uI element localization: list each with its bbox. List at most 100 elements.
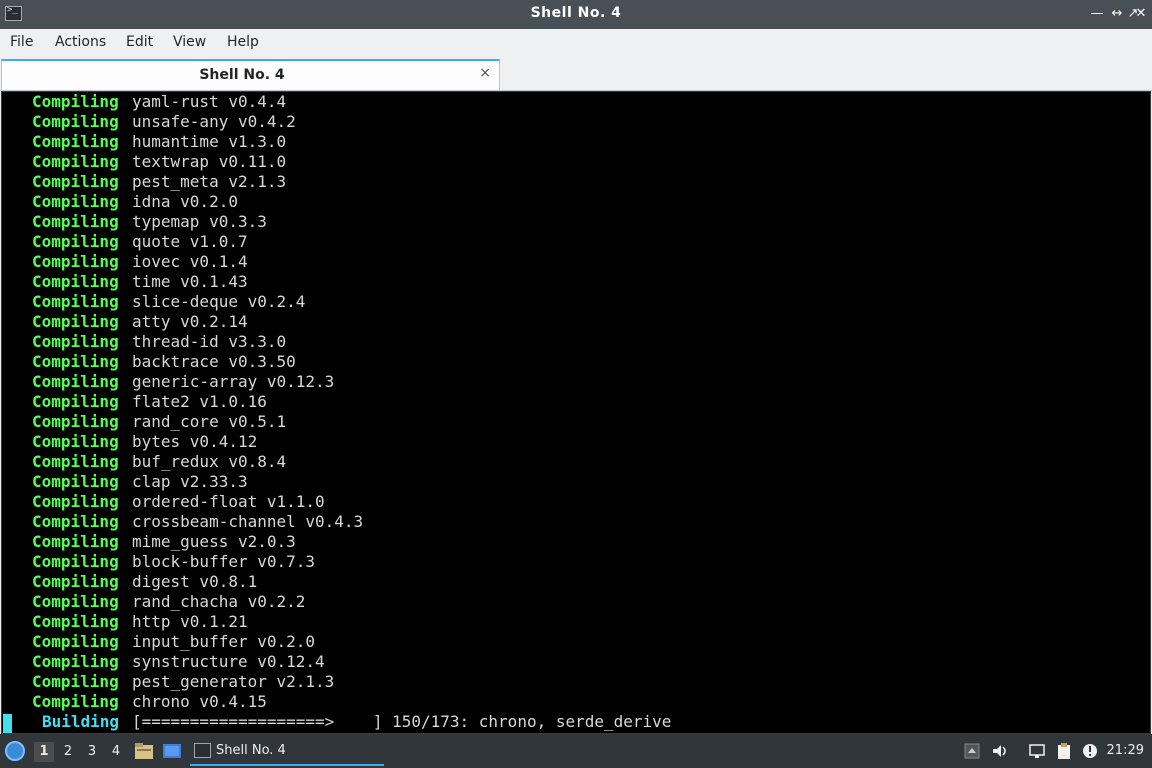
package-name: chrono v0.4.15 [132,692,267,711]
compile-keyword: Compiling [32,412,119,431]
terminal-line: Compiling generic-array v0.12.3 [2,372,1150,392]
start-menu-icon[interactable] [5,741,25,761]
compile-keyword: Compiling [32,452,119,471]
compile-keyword: Compiling [32,612,119,631]
terminal-line: Compiling http v0.1.21 [2,612,1150,632]
package-name: humantime v1.3.0 [132,132,287,151]
terminal-line: Compiling backtrace v0.3.50 [2,352,1150,372]
compile-keyword: Compiling [32,332,119,351]
compile-keyword: Compiling [32,632,119,651]
terminal-line: Compiling chrono v0.4.15 [2,692,1150,712]
compile-keyword: Compiling [32,372,119,391]
compile-keyword: Compiling [32,252,119,271]
package-name: rand_chacha v0.2.2 [132,592,306,611]
terminal-line: Compiling humantime v1.3.0 [2,132,1150,152]
terminal-line: Compiling clap v2.33.3 [2,472,1150,492]
menu-help[interactable]: Help [227,34,259,50]
clock[interactable]: 21:29 [1107,743,1144,758]
menu-view[interactable]: View [173,34,206,50]
build-status-line: Building [===================> ] 150/173:… [2,712,1150,732]
package-name: generic-array v0.12.3 [132,372,335,391]
tab-close-icon[interactable]: × [479,65,491,81]
terminal-output[interactable]: Compiling yaml-rust v0.4.4 Compiling unsafe… [1,91,1151,734]
package-name: slice-deque v0.2.4 [132,292,306,311]
terminal-line: Compiling yaml-rust v0.4.4 [2,92,1150,112]
package-name: pest_generator v2.1.3 [132,672,335,691]
compile-keyword: Compiling [32,392,119,411]
compile-keyword: Compiling [32,232,119,251]
terminal-line: Compiling pest_generator v2.1.3 [2,672,1150,692]
package-name: clap v2.33.3 [132,472,248,491]
compile-keyword: Compiling [32,672,119,691]
compile-keyword: Compiling [32,692,119,711]
tab-bar: Shell No. 4 × [0,57,1152,91]
compile-keyword: Compiling [32,152,119,171]
menu-file[interactable]: File [10,34,33,50]
clipboard-icon[interactable] [1055,742,1073,760]
terminal-line: Compiling thread-id v3.3.0 [2,332,1150,352]
package-name: quote v1.0.7 [132,232,248,251]
compile-keyword: Compiling [32,92,119,111]
compile-keyword: Compiling [32,532,119,551]
network-icon[interactable] [1028,742,1046,760]
file-manager-icon[interactable] [134,741,154,761]
terminal-line: Compiling iovec v0.1.4 [2,252,1150,272]
package-name: typemap v0.3.3 [132,212,267,231]
package-name: time v0.1.43 [132,272,248,291]
volume-icon[interactable] [991,742,1009,760]
notifications-icon[interactable] [1081,742,1099,760]
terminal-line: Compiling rand_chacha v0.2.2 [2,592,1150,612]
workspace-2[interactable]: 2 [58,742,78,762]
workspace-3[interactable]: 3 [82,742,102,762]
taskbar-task-shell[interactable]: Shell No. 4 [190,739,384,766]
compile-keyword: Compiling [32,472,119,491]
compile-keyword: Compiling [32,192,119,211]
build-progress: [===================> ] 150/173: chrono,… [132,712,672,731]
compile-keyword: Compiling [32,572,119,591]
compile-keyword: Compiling [32,492,119,511]
terminal-line: Compiling slice-deque v0.2.4 [2,292,1150,312]
compile-keyword: Compiling [32,212,119,231]
tab-shell-4[interactable]: Shell No. 4 × [1,59,500,90]
menu-actions[interactable]: Actions [55,34,106,50]
package-name: bytes v0.4.12 [132,432,258,451]
terminal-line: Compiling buf_redux v0.8.4 [2,452,1150,472]
menu-edit[interactable]: Edit [126,34,153,50]
terminal-line: Compiling time v0.1.43 [2,272,1150,292]
terminal-line: Compiling quote v1.0.7 [2,232,1150,252]
terminal-line: Compiling textwrap v0.11.0 [2,152,1150,172]
package-name: ordered-float v1.1.0 [132,492,325,511]
compile-keyword: Compiling [32,512,119,531]
window-titlebar[interactable]: Shell No. 4 — ↔ ↗ ✕ [0,0,1152,29]
package-name: idna v0.2.0 [132,192,238,211]
desktop-icon[interactable] [162,741,182,761]
package-name: digest v0.8.1 [132,572,258,591]
terminal-line: Compiling typemap v0.3.3 [2,212,1150,232]
package-name: thread-id v3.3.0 [132,332,287,351]
compile-keyword: Compiling [32,432,119,451]
compile-keyword: Compiling [32,652,119,671]
terminal-line: Compiling bytes v0.4.12 [2,432,1150,452]
package-name: block-buffer v0.7.3 [132,552,316,571]
terminal-line: Compiling mime_guess v2.0.3 [2,532,1150,552]
close-icon[interactable]: ✕ [1132,4,1150,24]
terminal-task-icon [194,743,211,758]
terminal-line: Compiling digest v0.8.1 [2,572,1150,592]
compile-keyword: Compiling [32,272,119,291]
workspace-1[interactable]: 1 [34,742,54,762]
package-name: http v0.1.21 [132,612,248,631]
package-name: buf_redux v0.8.4 [132,452,287,471]
package-name: flate2 v1.0.16 [132,392,267,411]
task-label: Shell No. 4 [216,743,286,758]
compile-keyword: Compiling [32,172,119,191]
terminal-line: Compiling synstructure v0.12.4 [2,652,1150,672]
terminal-line: Compiling ordered-float v1.1.0 [2,492,1150,512]
workspace-4[interactable]: 4 [106,742,126,762]
terminal-line: Compiling input_buffer v0.2.0 [2,632,1150,652]
package-name: unsafe-any v0.4.2 [132,112,296,131]
minimize-icon[interactable]: — [1088,4,1106,24]
compile-keyword: Compiling [32,592,119,611]
terminal-line: Compiling unsafe-any v0.4.2 [2,112,1150,132]
tray-arrow-icon[interactable] [963,742,981,760]
package-name: iovec v0.1.4 [132,252,248,271]
